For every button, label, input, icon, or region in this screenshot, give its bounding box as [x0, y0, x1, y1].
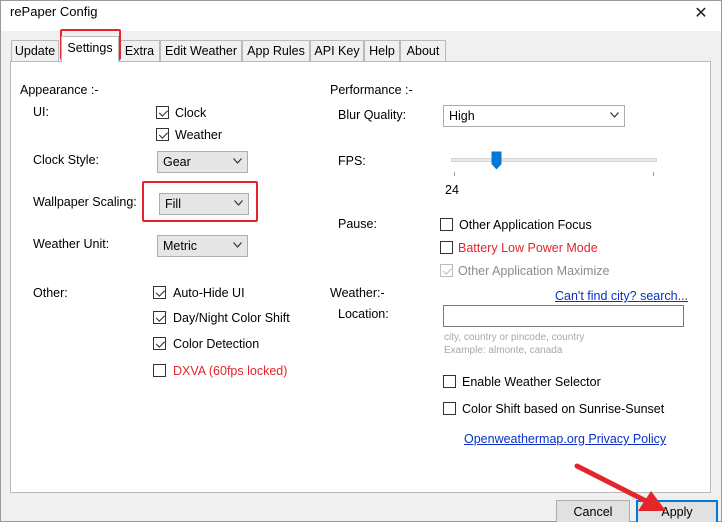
chevron-down-icon [610, 112, 619, 118]
tab-edit-weather[interactable]: Edit Weather [160, 40, 242, 61]
clock-style-value: Gear [163, 155, 191, 169]
ui-label: UI: [33, 105, 49, 119]
color-detection-label[interactable]: Color Detection [173, 337, 259, 351]
fps-tick-end [653, 172, 654, 176]
clock-style-label: Clock Style: [33, 153, 99, 167]
auto-hide-ui-checkbox[interactable] [153, 286, 166, 299]
fps-value: 24 [445, 183, 459, 197]
pause-battery-low-label[interactable]: Battery Low Power Mode [458, 241, 598, 255]
wallpaper-scaling-value: Fill [165, 197, 181, 211]
chevron-down-icon [234, 200, 243, 206]
tab-help[interactable]: Help [364, 40, 400, 61]
clock-checkbox[interactable] [156, 106, 169, 119]
enable-weather-selector-label[interactable]: Enable Weather Selector [462, 375, 601, 389]
day-night-shift-label[interactable]: Day/Night Color Shift [173, 311, 290, 325]
color-shift-sunrise-label[interactable]: Color Shift based on Sunrise-Sunset [462, 402, 664, 416]
cancel-button[interactable]: Cancel [556, 500, 630, 522]
wallpaper-scaling-label: Wallpaper Scaling: [33, 195, 137, 209]
clock-checkbox-label[interactable]: Clock [175, 106, 206, 120]
blur-quality-dropdown[interactable]: High [443, 105, 625, 127]
config-window: rePaper Config ✕ Update Settings Extra E… [0, 0, 722, 522]
tab-api-key[interactable]: API Key [310, 40, 364, 61]
privacy-policy-link[interactable]: Openweathermap.org Privacy Policy [464, 432, 666, 446]
blur-quality-value: High [449, 109, 475, 123]
weather-heading: Weather:- [330, 286, 385, 300]
clock-style-dropdown[interactable]: Gear [157, 151, 248, 173]
performance-heading: Performance :- [330, 83, 413, 97]
weather-unit-value: Metric [163, 239, 198, 253]
blur-quality-label: Blur Quality: [338, 108, 407, 122]
location-hint-line2: Example: almonte, canada [444, 345, 563, 356]
close-icon[interactable]: ✕ [687, 1, 715, 27]
weather-unit-label: Weather Unit: [33, 237, 110, 251]
pause-battery-low-checkbox[interactable] [440, 241, 453, 254]
tab-extra[interactable]: Extra [119, 40, 160, 61]
window-title: rePaper Config [10, 4, 98, 19]
dxva-checkbox[interactable] [153, 364, 166, 377]
fps-tick-start [454, 172, 455, 176]
dxva-label[interactable]: DXVA (60fps locked) [173, 364, 287, 378]
color-shift-sunrise-checkbox[interactable] [443, 402, 456, 415]
weather-unit-dropdown[interactable]: Metric [157, 235, 248, 257]
apply-button[interactable]: Apply [636, 500, 718, 522]
fps-slider-track[interactable] [451, 158, 657, 162]
weather-checkbox[interactable] [156, 128, 169, 141]
other-label: Other: [33, 286, 68, 300]
pause-app-focus-checkbox[interactable] [440, 218, 453, 231]
cant-find-city-link[interactable]: Can't find city? search... [555, 289, 688, 303]
pause-app-focus-label[interactable]: Other Application Focus [459, 218, 592, 232]
pause-app-maximize-label: Other Application Maximize [458, 264, 610, 278]
appearance-heading: Appearance :- [20, 83, 99, 97]
tab-strip: Update Settings Extra Edit Weather App R… [1, 29, 721, 62]
color-detection-checkbox[interactable] [153, 337, 166, 350]
fps-slider-thumb[interactable] [491, 151, 502, 170]
pause-app-maximize-checkbox [440, 264, 453, 277]
chevron-down-icon [233, 158, 242, 164]
tab-about[interactable]: About [400, 40, 446, 61]
title-bar[interactable]: rePaper Config ✕ [1, 1, 721, 31]
day-night-shift-checkbox[interactable] [153, 311, 166, 324]
tab-update[interactable]: Update [11, 40, 59, 61]
fps-label: FPS: [338, 154, 366, 168]
location-hint-line1: city, country or pincode, country [444, 332, 585, 343]
tab-settings[interactable]: Settings [61, 36, 119, 62]
wallpaper-scaling-dropdown[interactable]: Fill [159, 193, 249, 215]
pause-label: Pause: [338, 217, 377, 231]
location-label: Location: [338, 307, 389, 321]
chevron-down-icon [233, 242, 242, 248]
enable-weather-selector-checkbox[interactable] [443, 375, 456, 388]
settings-panel: Appearance :- UI: Clock Weather Clock St… [10, 61, 711, 493]
fps-slider[interactable] [451, 148, 657, 178]
auto-hide-ui-label[interactable]: Auto-Hide UI [173, 286, 245, 300]
weather-checkbox-label[interactable]: Weather [175, 128, 222, 142]
location-input[interactable] [443, 305, 684, 327]
tab-app-rules[interactable]: App Rules [242, 40, 310, 61]
